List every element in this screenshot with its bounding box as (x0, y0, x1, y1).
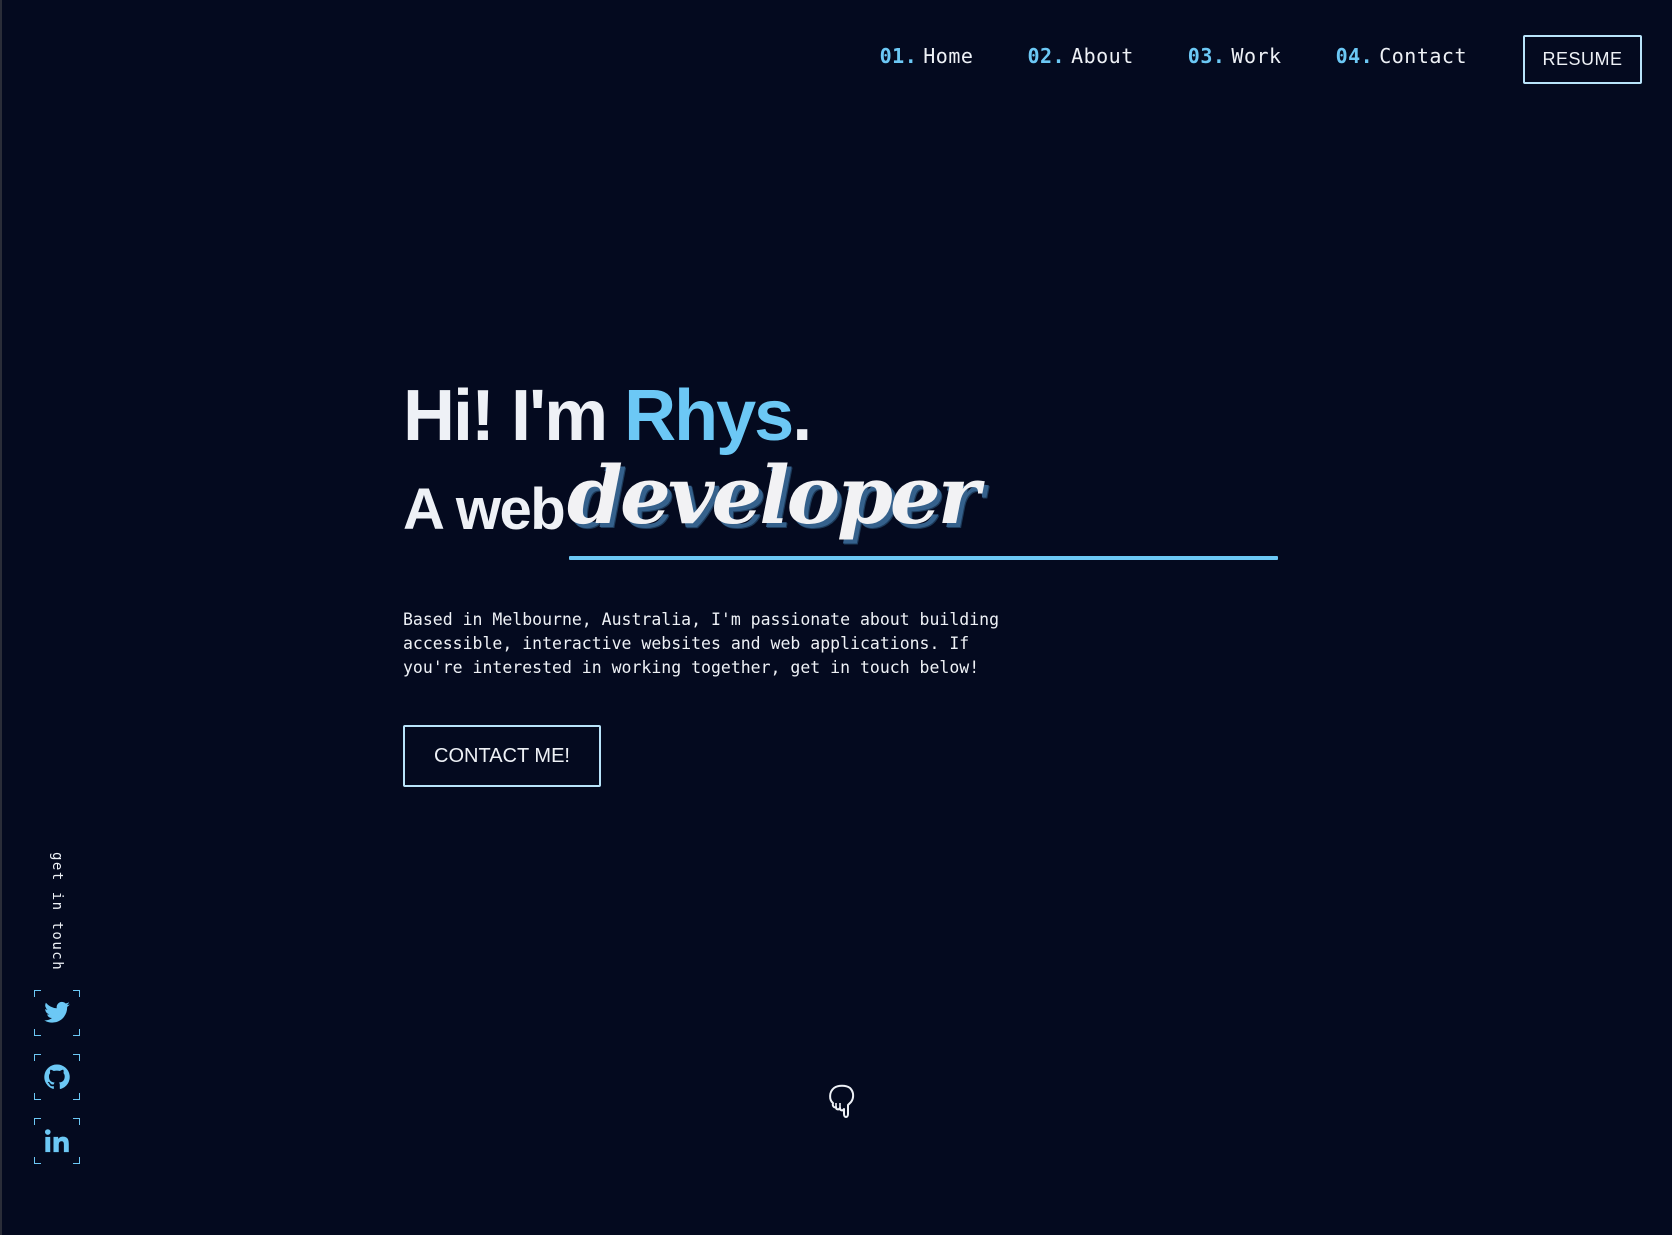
nav-link-number: 02. (1027, 44, 1066, 68)
hero-greeting: Hi! I'm (403, 376, 625, 456)
nav-link-contact[interactable]: 04. Contact (1336, 44, 1467, 68)
hero-section: Hi! I'm Rhys. A web developer Based in M… (403, 370, 1303, 787)
scroll-down-hint[interactable] (824, 1083, 858, 1121)
nav-link-label: Contact (1379, 44, 1467, 68)
nav-links: 01. Home 02. About 03. Work 04. Contact (880, 44, 1467, 68)
nav-link-about[interactable]: 02. About (1027, 44, 1133, 68)
nav-link-number: 04. (1335, 44, 1374, 68)
hero-subtitle: A web developer (403, 448, 1303, 564)
nav-link-number: 01. (879, 44, 918, 68)
pointing-down-hand-icon (829, 1084, 855, 1118)
social-label: get in touch (34, 852, 80, 971)
nav-link-number: 03. (1187, 44, 1226, 68)
contact-me-button[interactable]: CONTACT ME! (403, 725, 601, 787)
hero-period: . (792, 376, 812, 456)
hero-subtitle-plain: A web (403, 477, 566, 542)
hero-description: Based in Melbourne, Australia, I'm passi… (403, 610, 1000, 677)
nav-link-label: Home (923, 44, 974, 68)
twitter-link[interactable] (34, 990, 80, 1036)
linkedin-link[interactable] (34, 1118, 80, 1164)
social-label-text: get in touch (49, 852, 65, 972)
twitter-icon (44, 1001, 70, 1023)
github-link[interactable] (34, 1054, 80, 1100)
nav-link-label: About (1071, 44, 1134, 68)
top-nav: 01. Home 02. About 03. Work 04. Contact … (2, 0, 1672, 120)
hero-subtitle-script: developer (567, 448, 980, 542)
github-icon (44, 1064, 70, 1090)
resume-button[interactable]: RESUME (1523, 35, 1642, 84)
linkedin-icon (44, 1129, 69, 1153)
nav-link-label: Work (1231, 44, 1282, 68)
hero-underline (569, 556, 1278, 560)
nav-link-work[interactable]: 03. Work (1188, 44, 1282, 68)
social-sidebar: get in touch (34, 852, 80, 1164)
nav-link-home[interactable]: 01. Home (880, 44, 974, 68)
hero-name: Rhys (624, 376, 794, 456)
